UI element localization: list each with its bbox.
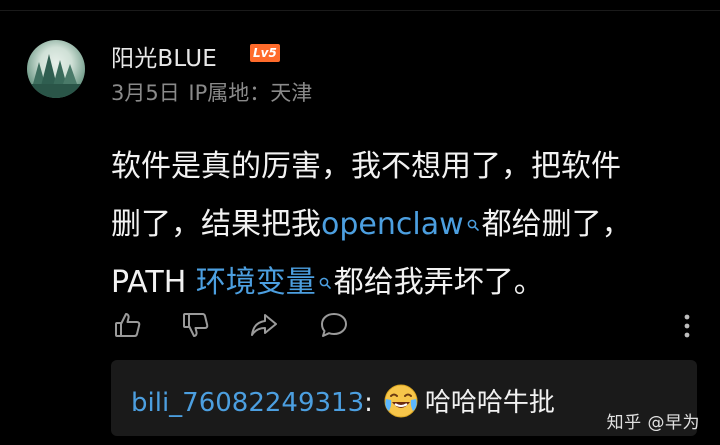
reply-username[interactable]: bili_76082249313 <box>131 388 364 418</box>
level-badge: Lv5 <box>250 44 280 62</box>
comment-bubble-icon[interactable] <box>319 310 349 340</box>
username[interactable]: 阳光BLUE <box>111 39 217 73</box>
content-text: 删了，结果把我 <box>111 207 321 242</box>
watermark: 知乎 @早为 <box>606 413 700 433</box>
content-line-2: 删了，结果把我openclaw 都给删了， <box>111 195 701 253</box>
openclaw-link[interactable]: openclaw <box>321 207 464 242</box>
content-line-3: PATH 环境变量 都给我弄坏了。 <box>111 253 701 311</box>
thumbs-down-icon[interactable] <box>181 310 211 340</box>
avatar[interactable] <box>27 40 85 98</box>
content-text: 都给删了， <box>481 207 632 242</box>
comment-actions <box>111 310 701 344</box>
ip-location: IP属地：天津 <box>188 81 313 105</box>
comment-content: 软件是真的厉害，我不想用了，把软件 删了，结果把我openclaw 都给删了， P… <box>111 139 701 311</box>
comment-card: 阳光BLUE Lv5 3月5日 IP属地：天津 软件是真的厉害，我不想用了，把软… <box>0 10 720 445</box>
laughing-crying-emoji-icon <box>383 383 419 419</box>
reply-separator: : <box>364 388 373 418</box>
env-variable-link[interactable]: 环境变量 <box>196 265 316 300</box>
search-icon <box>318 253 332 289</box>
more-vertical-icon[interactable] <box>683 312 691 340</box>
share-icon[interactable] <box>249 310 279 340</box>
search-icon <box>466 195 480 231</box>
reply-text: 哈哈哈牛批 <box>424 388 555 418</box>
content-line-1: 软件是真的厉害，我不想用了，把软件 <box>111 149 621 184</box>
reply-line: bili_76082249313: 哈哈哈牛批 <box>131 382 555 419</box>
comment-meta: 3月5日 IP属地：天津 <box>111 77 314 107</box>
thumbs-up-icon[interactable] <box>113 310 143 340</box>
comment-date: 3月5日 <box>111 81 180 105</box>
content-text: 都给我弄坏了。 <box>333 265 544 300</box>
content-text: PATH <box>111 265 196 300</box>
